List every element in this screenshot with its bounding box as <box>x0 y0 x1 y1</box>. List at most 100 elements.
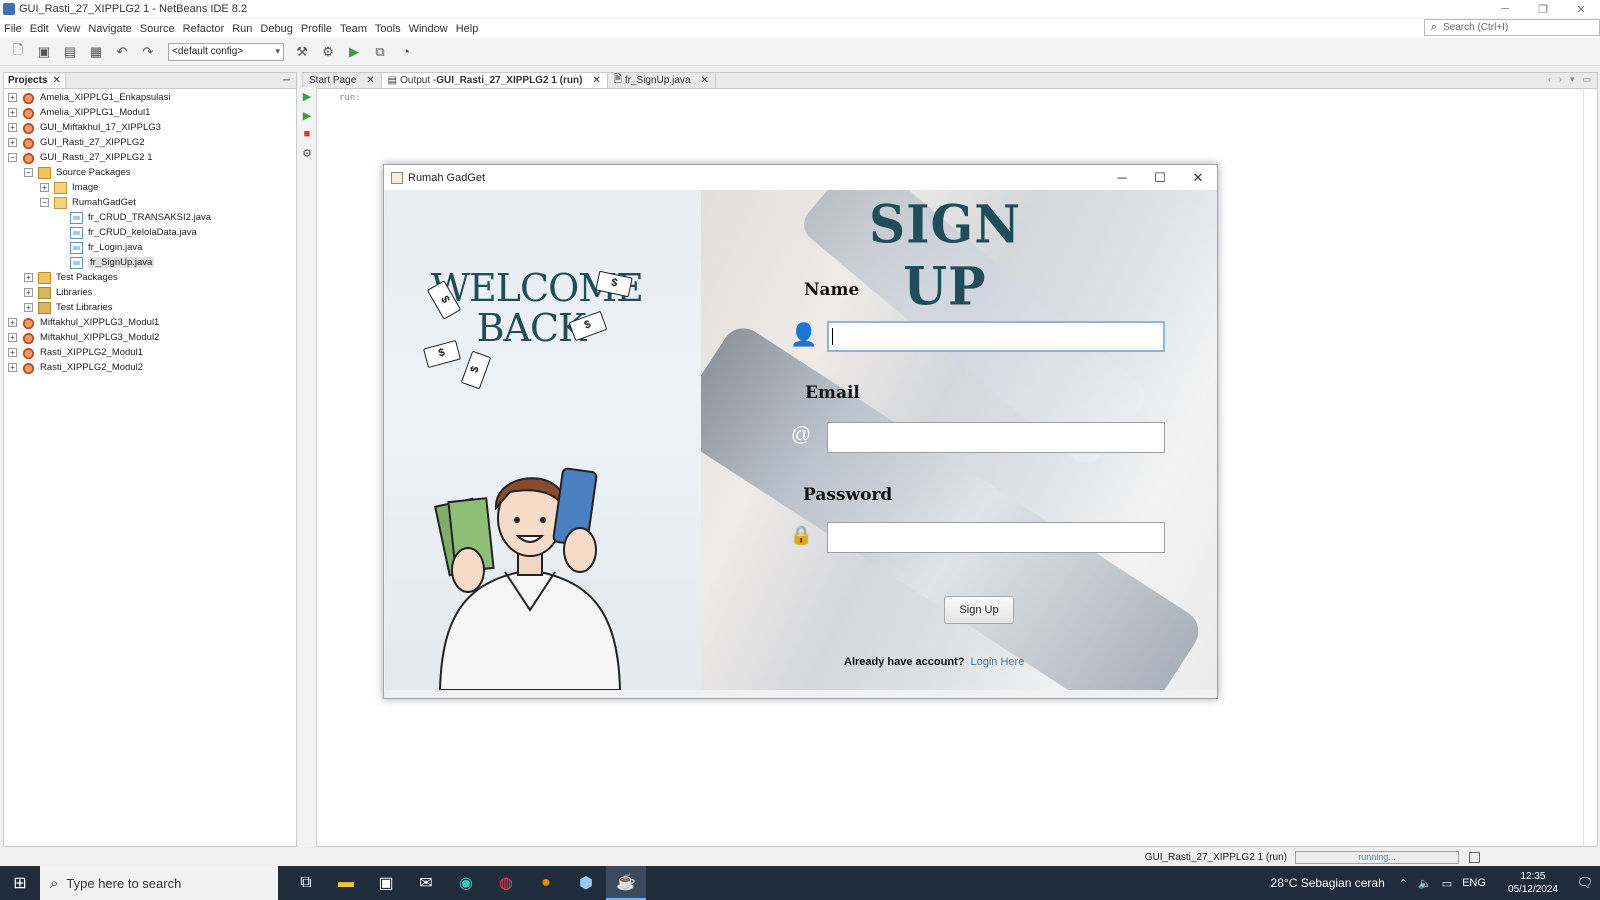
language-indicator[interactable]: ENG <box>1462 877 1486 889</box>
tree-item[interactable]: − RumahGadGet <box>4 195 296 210</box>
expand-icon[interactable]: + <box>8 318 17 327</box>
weather-widget[interactable]: 28°C Sebagian cerah <box>1271 876 1385 890</box>
menu-profile[interactable]: Profile <box>301 23 332 35</box>
firefox-icon[interactable]: ● <box>526 866 566 900</box>
windows-start-icon[interactable]: ⊞ <box>0 866 40 900</box>
close-icon[interactable]: ✕ <box>52 75 60 86</box>
expand-icon[interactable]: + <box>40 183 49 192</box>
tab-projects[interactable]: Projects ✕ <box>4 73 66 88</box>
close-icon[interactable]: ✕ <box>592 75 600 86</box>
login-link[interactable]: Login Here <box>971 656 1025 668</box>
chevron-down-icon[interactable]: ▾ <box>1570 74 1575 85</box>
menu-window[interactable]: Window <box>409 23 448 35</box>
menu-edit[interactable]: Edit <box>30 23 49 35</box>
stop-icon[interactable]: ■ <box>300 128 314 142</box>
expand-icon[interactable]: + <box>8 123 17 132</box>
close-button[interactable]: ✕ <box>1562 0 1600 18</box>
expand-icon[interactable]: + <box>24 303 33 312</box>
tree-item[interactable]: + Image <box>4 180 296 195</box>
minimize-panel-icon[interactable]: ─ <box>283 75 290 86</box>
expand-icon[interactable]: + <box>24 273 33 282</box>
file-explorer-icon[interactable]: ▬ <box>326 866 366 900</box>
expand-icon[interactable]: + <box>24 288 33 297</box>
signup-button[interactable]: Sign Up <box>944 596 1014 624</box>
expand-icon[interactable]: + <box>8 93 17 102</box>
redo-icon[interactable]: ↷ <box>138 42 158 62</box>
tree-item[interactable]: − GUI_Rasti_27_XIPPLG2 1 <box>4 150 296 165</box>
rerun-icon[interactable]: ▶ <box>300 90 314 104</box>
config-select[interactable]: <default config> ▾ <box>168 42 284 61</box>
undo-icon[interactable]: ↶ <box>112 42 132 62</box>
rerun-params-icon[interactable]: ▶ <box>300 109 314 123</box>
run-icon[interactable]: ▶ <box>344 42 364 62</box>
tree-item[interactable]: + Miftakhul_XIPPLG3_Modul2 <box>4 330 296 345</box>
menu-team[interactable]: Team <box>340 23 367 35</box>
close-icon[interactable]: ✕ <box>366 75 374 86</box>
tree-item[interactable]: + Libraries <box>4 285 296 300</box>
password-field[interactable] <box>827 522 1165 553</box>
notification-center-icon[interactable]: 🗨 <box>1570 875 1600 891</box>
name-field[interactable] <box>827 321 1165 352</box>
close-button[interactable]: ✕ <box>1179 165 1217 190</box>
maximize-button[interactable]: ☐ <box>1141 165 1179 190</box>
expand-icon[interactable]: + <box>8 108 17 117</box>
expand-icon[interactable]: + <box>8 363 17 372</box>
volume-icon[interactable]: 🔈 <box>1418 877 1432 890</box>
clock[interactable]: 12:35 05/12/2024 <box>1508 870 1558 896</box>
menu-file[interactable]: File <box>4 23 22 35</box>
tree-item[interactable]: − Source Packages <box>4 165 296 180</box>
chevron-left-icon[interactable]: ‹ <box>1548 74 1551 85</box>
debug-icon[interactable]: ⧉ <box>370 42 390 62</box>
tree-item[interactable]: + Test Packages <box>4 270 296 285</box>
menu-run[interactable]: Run <box>232 23 252 35</box>
tray-chevron-icon[interactable]: ⌃ <box>1399 877 1408 890</box>
chevron-right-icon[interactable]: › <box>1559 74 1562 85</box>
maximize-icon[interactable]: ▭ <box>1582 74 1591 85</box>
store-icon[interactable]: ▣ <box>366 866 406 900</box>
menu-help[interactable]: Help <box>456 23 479 35</box>
collapse-icon[interactable]: − <box>8 153 17 162</box>
tree-item[interactable]: fr_SignUp.java <box>4 255 296 270</box>
task-view-icon[interactable]: ⧉ <box>286 866 326 900</box>
new-file-icon[interactable]: 🗋 <box>8 42 28 62</box>
menu-tools[interactable]: Tools <box>375 23 401 35</box>
edge-icon[interactable]: ◉ <box>446 866 486 900</box>
open-project-icon[interactable]: ▤ <box>60 42 80 62</box>
minimize-button[interactable]: ─ <box>1103 165 1141 190</box>
collapse-icon[interactable]: − <box>40 198 49 207</box>
tree-item[interactable]: fr_CRUD_kelolaData.java <box>4 225 296 240</box>
menu-source[interactable]: Source <box>140 23 175 35</box>
build-icon[interactable]: ⚒ <box>292 42 312 62</box>
search-input[interactable]: ⌕ Search (Ctrl+I) <box>1424 19 1600 36</box>
chrome-icon[interactable]: ◍ <box>486 866 526 900</box>
save-all-icon[interactable]: ▦ <box>86 42 106 62</box>
tree-item[interactable]: + Amelia_XIPPLG1_Modul1 <box>4 105 296 120</box>
expand-icon[interactable]: + <box>8 333 17 342</box>
menu-debug[interactable]: Debug <box>260 23 292 35</box>
mail-icon[interactable]: ✉ <box>406 866 446 900</box>
collapse-icon[interactable]: − <box>24 168 33 177</box>
tab-signup-java[interactable]: 🗎 fr_SignUp.java ✕ <box>607 73 716 88</box>
tree-item[interactable]: + GUI_Miftakhul_17_XIPPLG3 <box>4 120 296 135</box>
expand-icon[interactable]: + <box>8 348 17 357</box>
menu-refactor[interactable]: Refactor <box>183 23 225 35</box>
java-app-taskbar-icon[interactable]: ☕ <box>606 866 646 900</box>
minimize-button[interactable]: ─ <box>1486 0 1524 18</box>
tree-item[interactable]: + Rasti_XIPPLG2_Modul2 <box>4 360 296 375</box>
new-project-icon[interactable]: ▣ <box>34 42 54 62</box>
tree-item[interactable]: + Miftakhul_XIPPLG3_Modul1 <box>4 315 296 330</box>
tree-item[interactable]: + GUI_Rasti_27_XIPPLG2 <box>4 135 296 150</box>
email-field[interactable] <box>827 422 1165 453</box>
tab-start-page[interactable]: Start Page ✕ <box>303 73 382 88</box>
virtualbox-icon[interactable]: ⬢ <box>566 866 606 900</box>
taskbar-search-box[interactable]: ⌕ Type here to search <box>40 866 278 900</box>
profile-icon[interactable]: ◔ <box>396 42 416 62</box>
tree-item[interactable]: fr_Login.java <box>4 240 296 255</box>
settings-icon[interactable]: ⚙ <box>300 147 314 161</box>
tree-item[interactable]: + Amelia_XIPPLG1_Enkapsulasi <box>4 90 296 105</box>
tree-item[interactable]: + Rasti_XIPPLG2_Modul1 <box>4 345 296 360</box>
menu-navigate[interactable]: Navigate <box>88 23 131 35</box>
notification-icon[interactable] <box>1469 851 1480 863</box>
expand-icon[interactable]: + <box>8 138 17 147</box>
restore-button[interactable]: ❐ <box>1524 0 1562 18</box>
